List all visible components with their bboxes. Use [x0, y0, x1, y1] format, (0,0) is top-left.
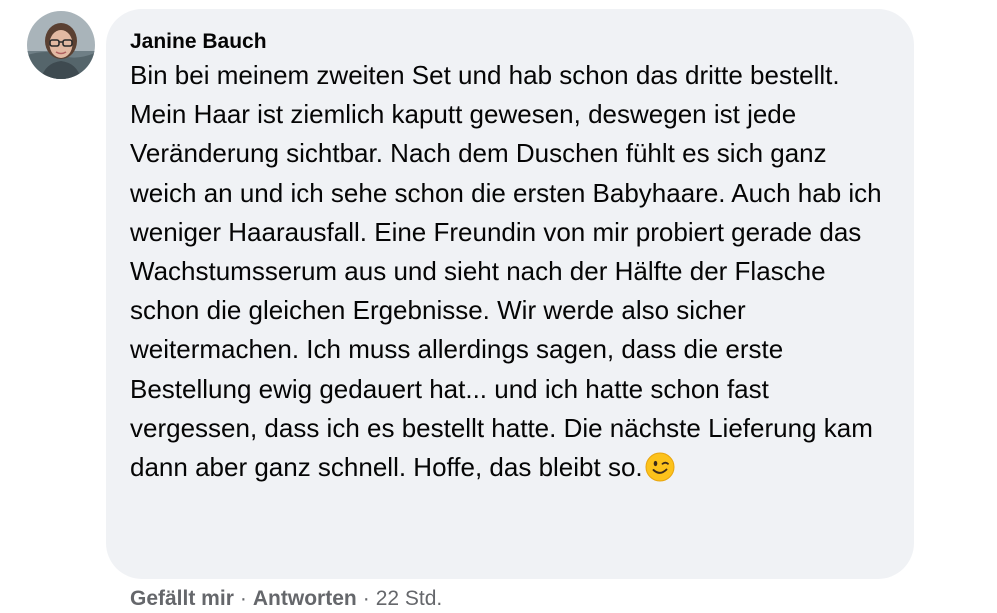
comment: Janine Bauch Bin bei meinem zweiten Set … — [0, 0, 997, 613]
comment-bubble: Janine Bauch Bin bei meinem zweiten Set … — [106, 9, 914, 579]
comment-actions: Gefällt mir · Antworten · 22 Std. — [130, 585, 442, 613]
winking-face-emoji-icon — [645, 452, 675, 482]
separator: · — [239, 587, 247, 610]
timestamp[interactable]: 22 Std. — [376, 587, 443, 610]
avatar-photo-icon — [27, 11, 95, 79]
avatar[interactable] — [27, 11, 95, 79]
separator: · — [362, 587, 370, 610]
like-button[interactable]: Gefällt mir — [130, 587, 234, 610]
comment-text-body: Bin bei meinem zweiten Set und hab schon… — [130, 60, 882, 483]
reply-button[interactable]: Antworten — [253, 587, 357, 610]
comment-text: Bin bei meinem zweiten Set und hab schon… — [130, 56, 890, 487]
comment-author[interactable]: Janine Bauch — [130, 29, 890, 55]
